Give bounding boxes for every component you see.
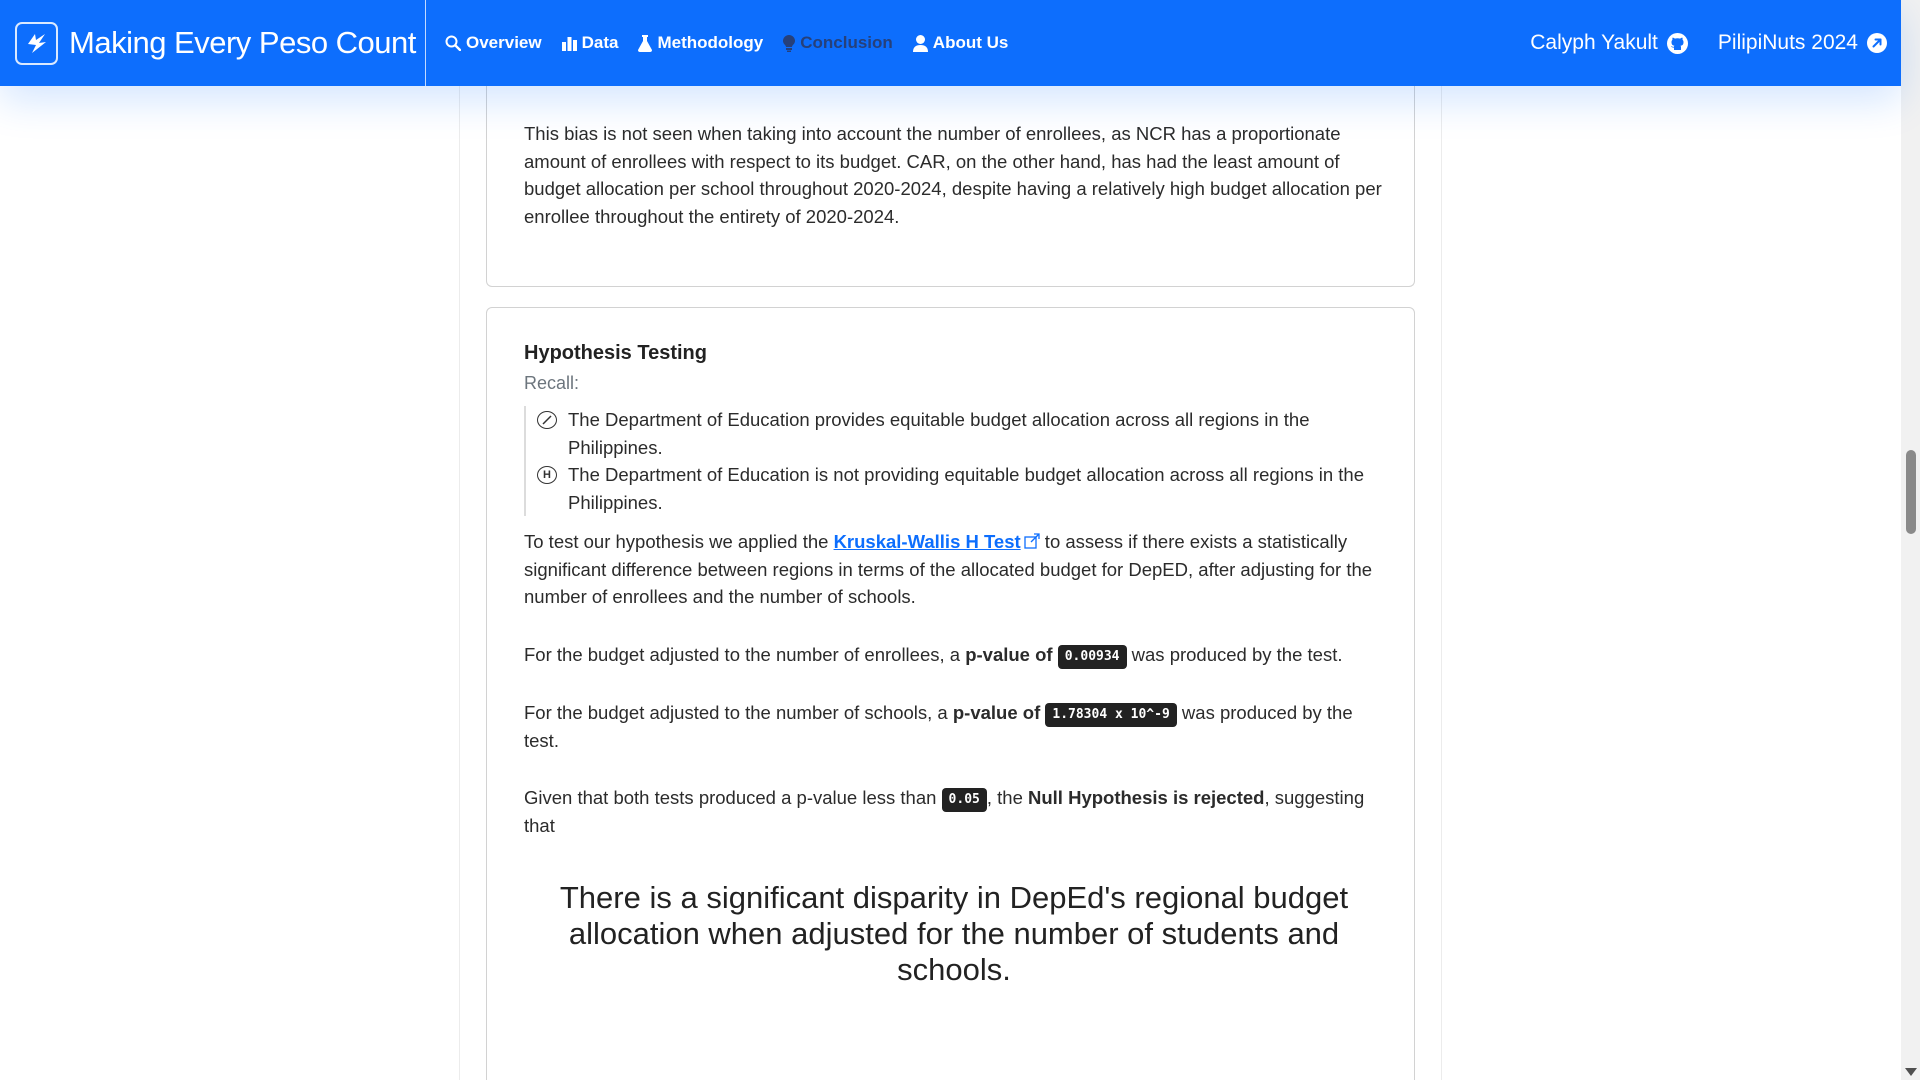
github-link-label: Calyph Yakult bbox=[1530, 31, 1658, 54]
nav-link-label: Methodology bbox=[657, 33, 764, 52]
brand[interactable]: Making Every Peso Count bbox=[0, 0, 426, 86]
text-span: , the bbox=[986, 787, 1028, 808]
pilipinuts-link-label: PilipiNuts 2024 bbox=[1717, 31, 1858, 54]
kruskal-wallis-link[interactable]: Kruskal-Wallis H Test bbox=[834, 531, 1040, 552]
null-hypothesis-icon bbox=[537, 411, 557, 429]
scroll-down-arrow-icon[interactable] bbox=[1905, 1068, 1917, 1076]
brand-logo-icon bbox=[15, 21, 58, 65]
rejection-paragraph: Given that both tests produced a p-value… bbox=[524, 784, 1384, 840]
text-span: To test our hypothesis we applied the bbox=[524, 531, 834, 552]
alternative-hypothesis-text: The Department of Education is not provi… bbox=[568, 464, 1364, 513]
nav-link-data[interactable]: Data bbox=[561, 33, 619, 53]
nav-link-label: Data bbox=[581, 33, 619, 52]
pvalue-label: p-value of bbox=[952, 701, 1041, 723]
section-title: Hypothesis Testing bbox=[524, 342, 707, 364]
nav-right: Calyph Yakult PilipiNuts 2024 bbox=[1500, 31, 1901, 55]
alternative-hypothesis-icon: H bbox=[537, 466, 557, 484]
null-rejected-text: Null Hypothesis is rejected bbox=[1028, 787, 1265, 808]
text-span: was produced by the test. bbox=[1126, 643, 1343, 665]
hypothesis-list: The Department of Education provides equ… bbox=[524, 406, 1384, 516]
enrollees-pvalue: 0.00934 bbox=[1057, 644, 1127, 669]
text-span: For the budget adjusted to the number of… bbox=[524, 643, 966, 665]
nav-link-label: Overview bbox=[466, 33, 542, 52]
external-link-icon bbox=[1024, 533, 1040, 549]
bias-paragraph: This bias is not seen when taking into a… bbox=[524, 123, 1382, 227]
hypothesis-testing-card: Hypothesis Testing Recall: The Departmen… bbox=[486, 307, 1415, 1080]
alpha-value: 0.05 bbox=[941, 788, 987, 812]
alternative-hypothesis: H The Department of Education is not pro… bbox=[537, 461, 1384, 516]
page-scrollbar[interactable] bbox=[1901, 0, 1920, 1080]
text-span: For the budget adjusted to the number of… bbox=[524, 701, 953, 723]
null-hypothesis: The Department of Education provides equ… bbox=[537, 406, 1384, 461]
github-icon bbox=[1666, 32, 1688, 54]
schools-pvalue: 1.78304 x 10^-9 bbox=[1045, 702, 1177, 727]
user-icon bbox=[912, 34, 928, 52]
nav-link-label: Conclusion bbox=[800, 33, 893, 52]
pvalue-label: p-value of bbox=[965, 643, 1053, 665]
scrollbar-thumb[interactable] bbox=[1906, 450, 1916, 534]
kruskal-wallis-link-label: Kruskal-Wallis H Test bbox=[833, 531, 1021, 552]
nav-link-conclusion[interactable]: Conclusion bbox=[783, 33, 893, 53]
conclusion-statement: There is a significant disparity in DepE… bbox=[559, 879, 1349, 987]
pilipinuts-link[interactable]: PilipiNuts 2024 bbox=[1718, 31, 1887, 55]
bar-chart-icon bbox=[561, 36, 577, 51]
nav-link-overview[interactable]: Overview bbox=[445, 33, 542, 53]
nav-link-about-us[interactable]: About Us bbox=[912, 33, 1009, 53]
null-hypothesis-text: The Department of Education provides equ… bbox=[568, 409, 1310, 458]
test-intro-paragraph: To test our hypothesis we applied the Kr… bbox=[524, 528, 1384, 611]
github-link[interactable]: Calyph Yakult bbox=[1530, 31, 1688, 55]
search-icon bbox=[445, 35, 461, 51]
schools-result-paragraph: For the budget adjusted to the number of… bbox=[524, 699, 1384, 755]
flask-icon bbox=[638, 34, 653, 52]
nav-link-methodology[interactable]: Methodology bbox=[638, 33, 763, 53]
bias-card: This bias is not seen when taking into a… bbox=[486, 60, 1415, 287]
nav-link-label: About Us bbox=[932, 33, 1009, 52]
external-arrow-icon bbox=[1867, 33, 1887, 53]
recall-label: Recall: bbox=[524, 373, 580, 393]
lightbulb-icon bbox=[783, 34, 796, 52]
text-span: Given that both tests produced a p-value… bbox=[524, 787, 942, 808]
nav-links: Overview Data Methodology Conclusion Abo… bbox=[445, 0, 1028, 86]
enrollees-result-paragraph: For the budget adjusted to the number of… bbox=[524, 641, 1384, 669]
navbar: Making Every Peso Count Overview Data Me… bbox=[0, 0, 1901, 86]
brand-title: Making Every Peso Count bbox=[69, 25, 416, 60]
